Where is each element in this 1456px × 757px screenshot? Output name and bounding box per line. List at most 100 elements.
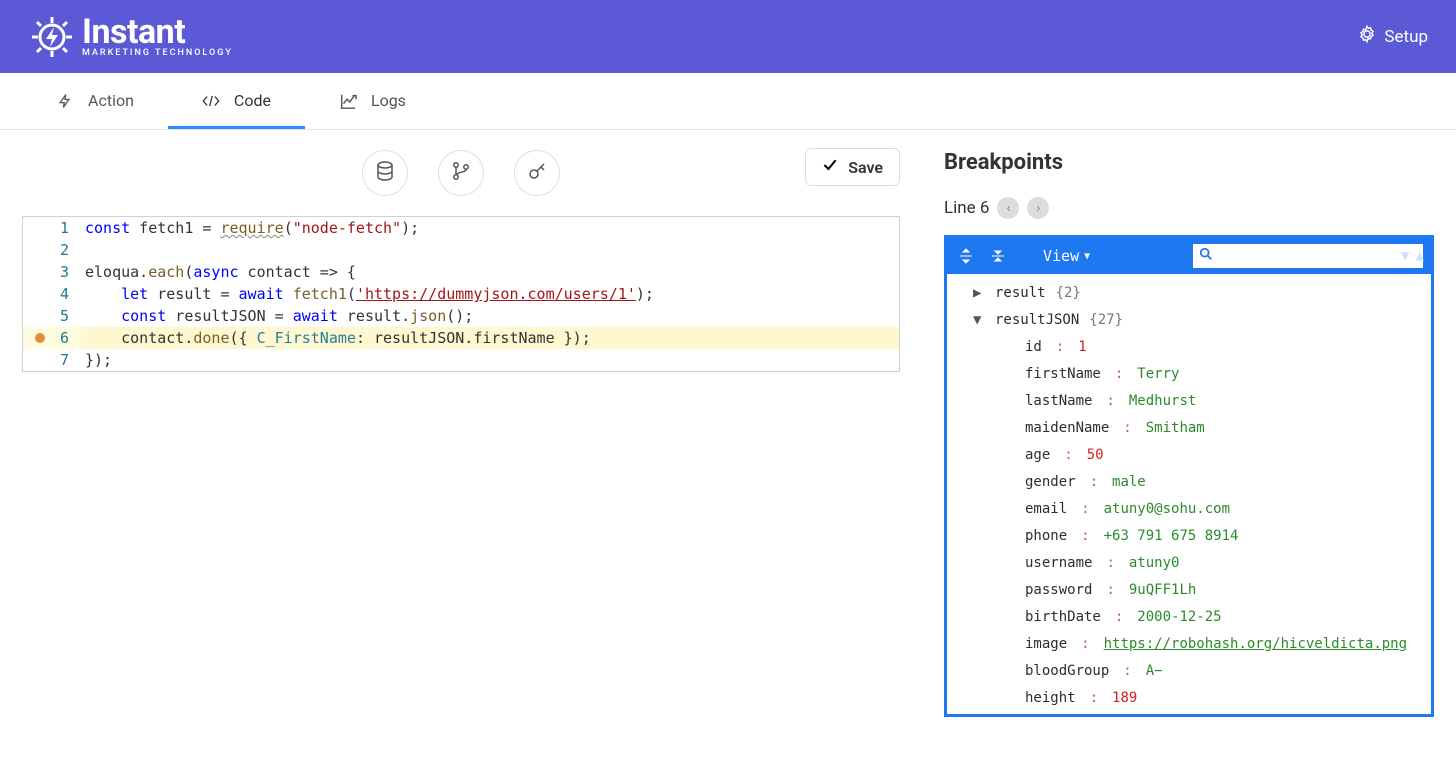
code-content[interactable]: const resultJSON = await result.json();	[81, 305, 899, 327]
collapse-vertical-icon[interactable]	[987, 248, 1009, 264]
viewer-toolbar: View ▼ ▼ ▲	[947, 238, 1431, 274]
brand-logo: Instant MARKETING TECHNOLOGY	[28, 13, 233, 61]
variable-value: atuny0@sohu.com	[1104, 496, 1230, 523]
viewer-search[interactable]: ▼ ▲	[1193, 244, 1423, 268]
variable-row[interactable]: maidenName:Smitham	[953, 415, 1431, 442]
variable-row[interactable]: birthDate:2000-12-25	[953, 604, 1431, 631]
line-number[interactable]: 5	[23, 305, 81, 327]
variable-row[interactable]: image:https://robohash.org/hicveldicta.p…	[953, 631, 1431, 658]
code-content[interactable]: eloqua.each(async contact => {	[81, 261, 899, 283]
brand-gear-bolt-icon	[28, 13, 76, 61]
save-button[interactable]: Save	[805, 148, 900, 186]
variable-row[interactable]: ▼resultJSON {27}	[953, 307, 1431, 334]
variable-count: {27}	[1089, 307, 1123, 334]
expand-vertical-icon[interactable]	[955, 248, 977, 264]
database-button[interactable]	[362, 150, 408, 196]
variable-value: 9uQFF1Lh	[1129, 577, 1196, 604]
variable-value: Medhurst	[1129, 388, 1196, 415]
code-line[interactable]: 7});	[23, 349, 899, 371]
variable-row[interactable]: email: atuny0@sohu.com	[953, 496, 1431, 523]
tab-action-label: Action	[88, 91, 134, 110]
setup-label: Setup	[1384, 27, 1428, 47]
tab-action[interactable]: Action	[22, 73, 168, 129]
branch-button[interactable]	[438, 150, 484, 196]
colon: :	[1111, 361, 1127, 388]
view-dropdown[interactable]: View ▼	[1043, 247, 1090, 265]
code-editor[interactable]: 1const fetch1 = require("node-fetch");23…	[22, 216, 900, 372]
code-line[interactable]: 2	[23, 239, 899, 261]
colon: :	[1111, 604, 1127, 631]
code-line[interactable]: 5 const resultJSON = await result.json()…	[23, 305, 899, 327]
variable-value: atuny0	[1129, 550, 1180, 577]
variable-row[interactable]: bloodGroup:A−	[953, 658, 1431, 685]
search-icon	[1199, 247, 1213, 265]
line-number[interactable]: 4	[23, 283, 81, 305]
line-number[interactable]: 7	[23, 349, 81, 371]
database-icon	[375, 161, 395, 185]
variable-row[interactable]: firstName:Terry	[953, 361, 1431, 388]
colon: :	[1086, 685, 1102, 712]
variable-row[interactable]: ▶result {2}	[953, 280, 1431, 307]
variable-value: Terry	[1137, 361, 1179, 388]
code-line[interactable]: 3eloqua.each(async contact => {	[23, 261, 899, 283]
variable-row[interactable]: username: atuny0	[953, 550, 1431, 577]
variable-row[interactable]: gender:male	[953, 469, 1431, 496]
colon: :	[1052, 334, 1068, 361]
code-content[interactable]: });	[81, 349, 899, 371]
line-number[interactable]: 2	[23, 239, 81, 261]
caret-right-icon[interactable]: ▶	[973, 280, 985, 307]
prev-breakpoint-button[interactable]: ‹	[997, 197, 1019, 219]
next-breakpoint-button[interactable]: ›	[1027, 197, 1049, 219]
code-line[interactable]: 4 let result = await fetch1('https://dum…	[23, 283, 899, 305]
colon: :	[1102, 550, 1118, 577]
view-label: View	[1043, 247, 1079, 265]
search-prev-icon[interactable]: ▲	[1415, 248, 1423, 264]
variable-value: male	[1112, 469, 1146, 496]
check-icon	[822, 157, 838, 177]
editor-toolbar: Save	[22, 144, 900, 196]
chart-icon	[339, 92, 357, 110]
variable-row[interactable]: age:50	[953, 442, 1431, 469]
code-content[interactable]: let result = await fetch1('https://dummy…	[81, 283, 899, 305]
caret-down-icon[interactable]: ▼	[973, 307, 985, 334]
search-next-icon[interactable]: ▼	[1401, 248, 1409, 264]
variable-row[interactable]: height:189	[953, 685, 1431, 712]
variable-row[interactable]: lastName:Medhurst	[953, 388, 1431, 415]
colon: :	[1119, 415, 1135, 442]
variable-key: image	[1025, 631, 1067, 658]
code-line[interactable]: 1const fetch1 = require("node-fetch");	[23, 217, 899, 239]
tab-logs[interactable]: Logs	[305, 73, 440, 129]
line-number[interactable]: 1	[23, 217, 81, 239]
variable-row[interactable]: phone:+63 791 675 8914	[953, 523, 1431, 550]
variable-row[interactable]: password:9uQFF1Lh	[953, 577, 1431, 604]
variable-key: email	[1025, 496, 1067, 523]
viewer-search-input[interactable]	[1219, 249, 1395, 264]
code-content[interactable]: contact.done({ C_FirstName: resultJSON.f…	[81, 327, 899, 349]
line-number[interactable]: 3	[23, 261, 81, 283]
line-number[interactable]: 6	[23, 327, 81, 349]
code-content[interactable]: const fetch1 = require("node-fetch");	[81, 217, 899, 239]
code-line[interactable]: 6 contact.done({ C_FirstName: resultJSON…	[23, 327, 899, 349]
colon: :	[1077, 523, 1093, 550]
breakpoint-line-label: Line 6	[944, 198, 989, 218]
setup-button[interactable]: Setup	[1358, 25, 1428, 48]
colon: :	[1077, 496, 1093, 523]
colon: :	[1086, 469, 1102, 496]
code-content[interactable]	[81, 239, 899, 261]
colon: :	[1060, 442, 1076, 469]
variable-key: id	[1025, 334, 1042, 361]
breakpoints-title: Breakpoints	[944, 144, 1434, 175]
colon: :	[1077, 631, 1093, 658]
variable-key: age	[1025, 442, 1050, 469]
breakpoint-nav: Line 6 ‹ ›	[944, 197, 1434, 219]
breakpoint-dot-icon[interactable]	[35, 333, 45, 343]
key-button[interactable]	[514, 150, 560, 196]
variable-row[interactable]: id:1	[953, 334, 1431, 361]
variable-key: result	[995, 280, 1046, 307]
tab-code[interactable]: Code	[168, 73, 305, 129]
chevron-down-icon: ▼	[1084, 251, 1090, 262]
tab-logs-label: Logs	[371, 91, 406, 110]
variables-viewer: View ▼ ▼ ▲ ▶result {2}▼resultJSON {27}id…	[944, 235, 1434, 717]
variable-key: username	[1025, 550, 1092, 577]
colon: :	[1102, 577, 1118, 604]
